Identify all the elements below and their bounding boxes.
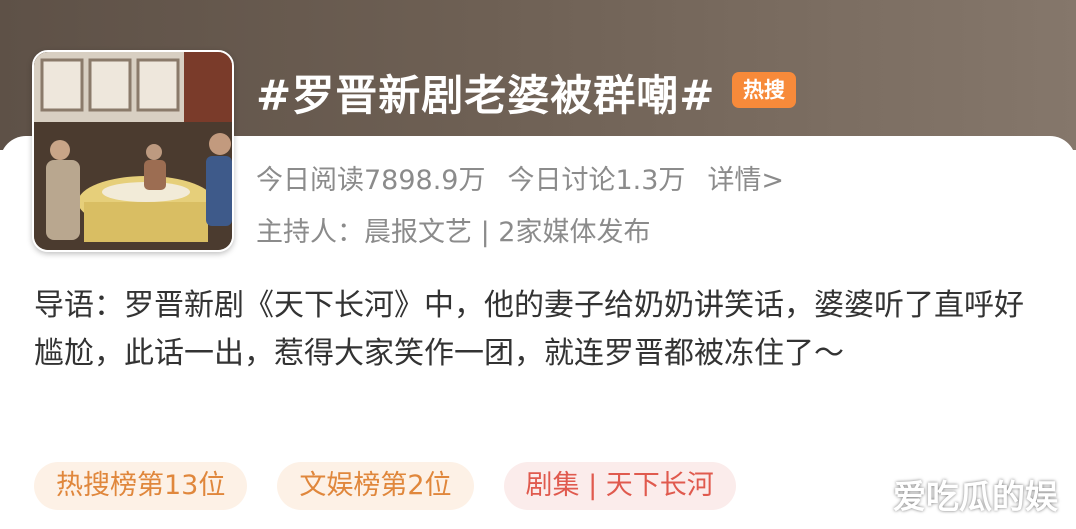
- read-count: 今日阅读7898.9万: [256, 165, 486, 196]
- tag-entertainment-rank[interactable]: 文娱榜第2位: [277, 462, 474, 510]
- topic-stats: 今日阅读7898.9万 今日讨论1.3万 详情>: [256, 158, 806, 197]
- host-info: 主持人：晨报文艺 | 2家媒体发布: [256, 217, 651, 248]
- topic-intro: 导语：罗晋新剧《天下长河》中，他的妻子给奶奶讲笑话，婆婆听了直呼好尴尬，此话一出…: [34, 288, 1024, 371]
- tag-row: 热搜榜第13位 文娱榜第2位 剧集 | 天下长河: [34, 462, 736, 510]
- discussion-count: 今日讨论1.3万: [507, 165, 686, 196]
- watermark: 爱吃瓜的娱: [893, 477, 1058, 516]
- tag-drama[interactable]: 剧集 | 天下长河: [503, 462, 736, 510]
- topic-title[interactable]: #罗晋新剧老婆被群嘲#: [256, 62, 715, 123]
- details-link[interactable]: 详情>: [707, 165, 784, 196]
- hot-badge: 热搜: [732, 72, 796, 108]
- topic-thumbnail[interactable]: [32, 50, 234, 252]
- drama-scene-thumbnail-icon: [34, 52, 232, 250]
- tag-hot-rank[interactable]: 热搜榜第13位: [34, 462, 248, 510]
